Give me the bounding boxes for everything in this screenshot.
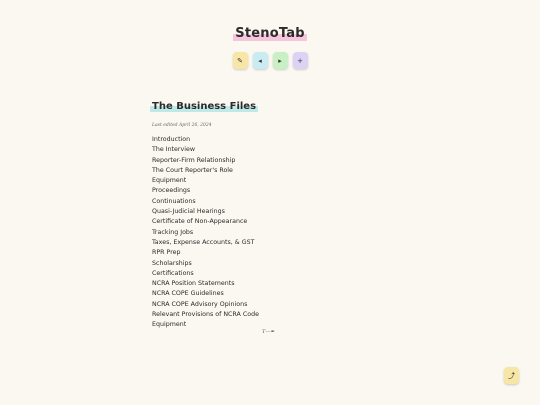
toc-item[interactable]: Certificate of Non-Appearance	[152, 217, 392, 227]
pencil-icon: ✎	[237, 56, 243, 65]
toc-item[interactable]: NCRA COPE Guidelines	[152, 289, 392, 299]
previous-button[interactable]: ◂	[252, 52, 268, 69]
scroll-top-button[interactable]: ⤴	[504, 367, 519, 384]
toc-item[interactable]: RPR Prep	[152, 248, 392, 258]
toc-item[interactable]: Certifications	[152, 269, 392, 279]
toc-item[interactable]: The Interview	[152, 145, 392, 155]
toc-item[interactable]: Taxes, Expense Accounts, & GST	[152, 238, 392, 248]
toc-item[interactable]: Equipment	[152, 176, 392, 186]
scroll-top-icon: ⤴	[508, 371, 515, 380]
toc-item[interactable]: Scholarships	[152, 259, 392, 269]
toc-item[interactable]: NCRA Position Statements	[152, 279, 392, 289]
toc-item[interactable]: Tracking Jobs	[152, 228, 392, 238]
app-title: StenoTab	[233, 26, 307, 41]
document: The Business Files Last edited April 26,…	[150, 94, 392, 331]
add-button[interactable]: +	[292, 52, 308, 69]
table-of-contents: Introduction The Interview Reporter-Firm…	[152, 135, 392, 331]
toolbar: ✎ ◂ ▸ +	[0, 52, 540, 69]
toc-item[interactable]: The Court Reporter's Role	[152, 166, 392, 176]
toc-item[interactable]: Proceedings	[152, 186, 392, 196]
signoff: T—✒	[262, 329, 275, 335]
add-icon: +	[297, 56, 303, 65]
toc-item[interactable]: Continuations	[152, 197, 392, 207]
toc-item[interactable]: Relevant Provisions of NCRA Code	[152, 310, 392, 320]
edit-button[interactable]: ✎	[232, 52, 248, 69]
prev-icon: ◂	[258, 56, 262, 65]
next-icon: ▸	[278, 56, 282, 65]
toc-item[interactable]: Reporter-Firm Relationship	[152, 156, 392, 166]
toc-item[interactable]: Introduction	[152, 135, 392, 145]
app-title-container: StenoTab	[0, 22, 540, 41]
toc-item[interactable]: Quasi-Judicial Hearings	[152, 207, 392, 217]
next-button[interactable]: ▸	[272, 52, 288, 69]
toc-item[interactable]: NCRA COPE Advisory Opinions	[152, 300, 392, 310]
document-title: The Business Files	[150, 101, 259, 112]
last-edited: Last edited April 26, 2024	[152, 123, 212, 128]
